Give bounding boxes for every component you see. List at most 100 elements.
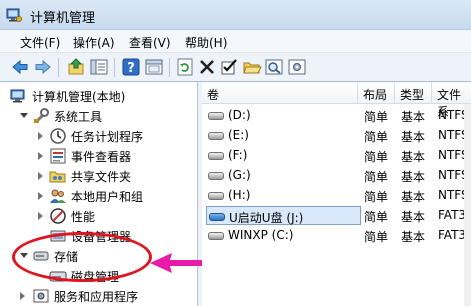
tree-label: 性能 <box>71 210 96 224</box>
computer-management-icon <box>6 8 22 22</box>
up-icon[interactable] <box>66 57 86 77</box>
volume-row[interactable]: U启动U盘 (J:) 简单 基本 FAT32 <box>202 206 471 225</box>
vertical-scrollbar[interactable] <box>464 104 471 306</box>
find-icon[interactable] <box>264 57 284 77</box>
volume-layout: 简单 <box>364 190 389 204</box>
open-folder-icon[interactable] <box>242 57 262 77</box>
volume-name: (H:) <box>228 188 251 202</box>
volume-type: 基本 <box>401 150 426 164</box>
menu-help[interactable]: 帮助(H) <box>185 34 227 51</box>
tree-label: 事件查看器 <box>71 150 132 164</box>
tools-icon <box>34 108 49 124</box>
performance-icon <box>50 208 66 224</box>
volume-name-cell[interactable]: (D:) <box>206 106 361 125</box>
volume-name-cell[interactable]: WINXP (C:) <box>206 226 361 245</box>
volume-row[interactable]: (E:) 简单 基本 NTFS <box>202 126 471 145</box>
volume-name: (D:) <box>228 108 251 122</box>
volume-type: 基本 <box>401 190 426 204</box>
tree-item-computer-management[interactable]: 计算机管理(本地) <box>10 86 195 106</box>
back-icon[interactable] <box>10 57 30 77</box>
tree-item-services-applications[interactable]: 服务和应用程序 <box>20 286 195 306</box>
volume-name-cell[interactable]: (G:) <box>206 166 361 185</box>
menu-action[interactable]: 操作(A) <box>73 34 115 51</box>
expand-arrow-icon[interactable] <box>38 192 43 200</box>
volume-layout: 简单 <box>364 230 389 244</box>
expand-arrow-icon[interactable] <box>38 152 43 160</box>
show-hide-tree-icon[interactable] <box>89 57 109 77</box>
tree-label: 服务和应用程序 <box>54 290 139 304</box>
tree-label: 系统工具 <box>54 110 103 124</box>
volume-row[interactable]: (D:) 简单 基本 NTFS <box>202 106 471 125</box>
volume-name-cell[interactable]: (E:) <box>206 126 361 145</box>
volume-name: (E:) <box>228 128 249 142</box>
menu-file[interactable]: 文件(F) <box>20 34 60 51</box>
volume-row[interactable]: (G:) 简单 基本 NTFS <box>202 166 471 185</box>
window-title: 计算机管理 <box>30 11 96 26</box>
volume-name: U启动U盘 (J:) <box>229 211 304 225</box>
tree-item-task-scheduler[interactable]: 任务计划程序 <box>38 126 195 146</box>
event-viewer-icon <box>50 148 66 164</box>
refresh-icon[interactable] <box>175 57 195 77</box>
volume-name: (G:) <box>228 168 251 182</box>
volume-row[interactable]: (H:) 简单 基本 NTFS <box>202 186 471 205</box>
volume-type: 基本 <box>401 110 426 124</box>
volume-layout: 简单 <box>364 170 389 184</box>
check-icon[interactable] <box>219 57 239 77</box>
tree-label: 共享文件夹 <box>71 170 132 184</box>
menu-bar: 文件(F) 操作(A) 查看(V) 帮助(H) <box>0 30 471 53</box>
column-layout[interactable]: 布局 <box>358 82 395 104</box>
volume-layout: 简单 <box>364 130 389 144</box>
toolbar-separator <box>58 58 59 77</box>
drive-icon <box>208 112 224 120</box>
users-icon <box>50 189 66 203</box>
computer-management-icon <box>10 89 25 103</box>
usb-drive-icon <box>209 213 225 221</box>
help-icon[interactable]: ? <box>121 57 141 77</box>
tree-item-system-tools[interactable]: 系统工具 <box>20 106 195 126</box>
tree-label: 计算机管理(本地) <box>32 90 126 104</box>
tree-item-event-viewer[interactable]: 事件查看器 <box>38 146 195 166</box>
volume-type: 基本 <box>401 230 426 244</box>
column-volume[interactable]: 卷 <box>202 82 358 104</box>
tree-item-performance[interactable]: 性能 <box>38 206 195 226</box>
volume-layout: 简单 <box>364 210 389 224</box>
tree-item-shared-folders[interactable]: 共享文件夹 <box>38 166 195 186</box>
annotation-circle <box>12 232 152 282</box>
toolbar-separator <box>169 58 170 77</box>
volume-name: (F:) <box>228 148 248 162</box>
volume-name-cell[interactable]: (F:) <box>206 146 361 165</box>
tree-label: 任务计划程序 <box>71 130 144 144</box>
toolbar-separator <box>114 58 115 77</box>
drive-icon <box>208 152 224 160</box>
services-icon <box>33 289 49 303</box>
tree-label: 本地用户和组 <box>71 190 144 204</box>
volume-row[interactable]: (F:) 简单 基本 NTFS <box>202 146 471 165</box>
collapse-arrow-icon[interactable] <box>20 113 28 118</box>
column-type[interactable]: 类型 <box>395 82 432 104</box>
drive-icon <box>208 132 224 140</box>
tree-item-local-users-groups[interactable]: 本地用户和组 <box>38 186 195 206</box>
drive-icon <box>208 172 224 180</box>
menu-view[interactable]: 查看(V) <box>129 34 171 51</box>
clock-icon <box>50 128 66 144</box>
volume-type: 基本 <box>401 130 426 144</box>
properties-icon[interactable] <box>144 57 164 77</box>
column-filesystem[interactable]: 文件系 <box>432 82 471 119</box>
expand-arrow-icon[interactable] <box>38 132 43 140</box>
column-header: 卷 布局 类型 文件系 <box>202 82 471 119</box>
volume-name-cell[interactable]: U启动U盘 (J:) <box>206 206 361 225</box>
drive-icon <box>208 232 224 240</box>
title-bar: 计算机管理 <box>0 0 471 30</box>
expand-arrow-icon[interactable] <box>20 292 25 300</box>
delete-icon[interactable] <box>197 57 217 77</box>
drive-icon <box>208 192 224 200</box>
volume-name: WINXP (C:) <box>228 228 294 242</box>
expand-arrow-icon[interactable] <box>38 172 43 180</box>
volume-name-cell[interactable]: (H:) <box>206 186 361 205</box>
expand-arrow-icon[interactable] <box>38 212 43 220</box>
volume-layout: 简单 <box>364 110 389 124</box>
forward-icon[interactable] <box>33 57 53 77</box>
volume-row[interactable]: WINXP (C:) 简单 基本 FAT32 <box>202 226 471 245</box>
settings-icon[interactable] <box>287 57 307 77</box>
volume-layout: 简单 <box>364 150 389 164</box>
